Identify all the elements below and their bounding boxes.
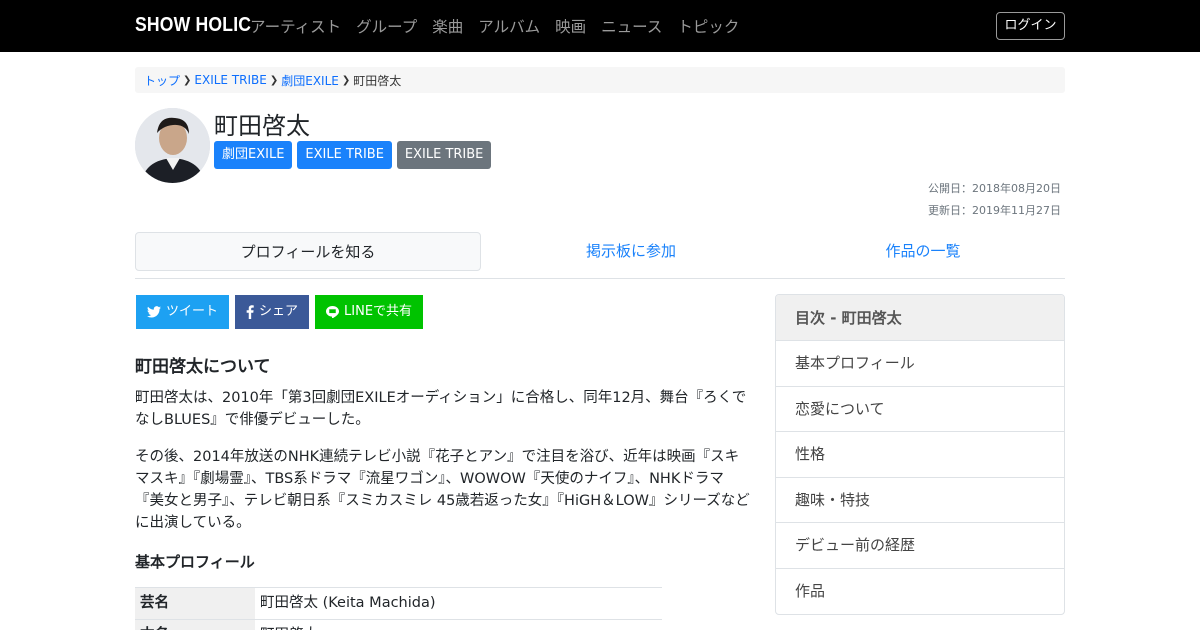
page-title: 町田啓太 bbox=[214, 112, 310, 140]
article-paragraph: 町田啓太は、2010年「第3回劇団EXILEオーディション」に合格し、同年12月… bbox=[135, 390, 747, 428]
tag-exile-tribe-gray[interactable]: EXILE TRIBE bbox=[396, 141, 492, 169]
toc-item-love[interactable]: 恋愛について bbox=[776, 387, 1064, 432]
twitter-icon bbox=[147, 306, 161, 318]
facebook-share-button[interactable]: シェア bbox=[235, 295, 310, 329]
nav-link-movies[interactable]: 映画 bbox=[555, 15, 586, 37]
updated-date: 更新日：2019年11月27日 bbox=[928, 204, 1061, 217]
table-of-contents: 目次 - 町田啓太 基本プロフィール 恋愛について 性格 趣味・特技 デビュー前… bbox=[775, 294, 1065, 615]
breadcrumb-current: 町田啓太 bbox=[353, 73, 402, 88]
toc-item-pre-debut[interactable]: デビュー前の経歴 bbox=[776, 523, 1064, 569]
nav-link-group[interactable]: グループ bbox=[356, 15, 417, 37]
line-icon bbox=[326, 306, 340, 318]
breadcrumb-link-gekidan-exile[interactable]: 劇団EXILE bbox=[281, 72, 339, 89]
avatar bbox=[135, 108, 210, 183]
toc-item-basic-profile[interactable]: 基本プロフィール bbox=[776, 341, 1064, 387]
line-share-label: LINEで共有 bbox=[344, 304, 413, 319]
table-row: 芸名 町田啓太 (Keita Machida) bbox=[135, 588, 662, 620]
profile-table: 芸名 町田啓太 (Keita Machida) 本名 町田啓太 bbox=[135, 587, 662, 630]
top-navbar: SHOW HOLIC アーティスト グループ 楽曲 アルバム 映画 ニュース ト… bbox=[0, 0, 1200, 52]
article-paragraph: その後、2014年放送のNHK連続テレビ小説『花子とアン』で注目を浴び、近年は映… bbox=[135, 449, 750, 531]
nav-link-news[interactable]: ニュース bbox=[601, 15, 662, 37]
group-tags: 劇団EXILE EXILE TRIBE EXILE TRIBE bbox=[214, 141, 496, 169]
breadcrumb: トップ ❯ EXILE TRIBE ❯ 劇団EXILE ❯ 町田啓太 bbox=[135, 67, 1065, 93]
tweet-label: ツイート bbox=[166, 304, 219, 319]
toc-item-hobbies[interactable]: 趣味・特技 bbox=[776, 478, 1064, 523]
nav-link-songs[interactable]: 楽曲 bbox=[432, 15, 463, 37]
content-tabs: プロフィールを知る 掲示板に参加 作品の一覧 bbox=[135, 232, 1065, 279]
basic-profile-heading: 基本プロフィール bbox=[135, 553, 255, 571]
site-logo[interactable]: SHOW HOLIC bbox=[135, 14, 251, 37]
tab-works[interactable]: 作品の一覧 bbox=[781, 232, 1065, 271]
chevron-right-icon: ❯ bbox=[341, 74, 351, 86]
facebook-share-label: シェア bbox=[259, 304, 299, 319]
table-header-cell: 芸名 bbox=[135, 588, 255, 619]
line-share-button[interactable]: LINEで共有 bbox=[315, 295, 424, 329]
tab-board[interactable]: 掲示板に参加 bbox=[481, 232, 781, 271]
table-header-cell: 本名 bbox=[135, 620, 255, 630]
breadcrumb-link-exile-tribe[interactable]: EXILE TRIBE bbox=[194, 73, 266, 87]
tab-profile[interactable]: プロフィールを知る bbox=[135, 232, 481, 271]
published-date: 公開日：2018年08月20日 bbox=[928, 182, 1061, 195]
tag-exile-tribe[interactable]: EXILE TRIBE bbox=[297, 141, 392, 169]
login-button[interactable]: ログイン bbox=[996, 12, 1065, 40]
main-nav: アーティスト グループ 楽曲 アルバム 映画 ニュース トピック bbox=[250, 15, 754, 37]
chevron-right-icon: ❯ bbox=[269, 74, 279, 86]
chevron-right-icon: ❯ bbox=[183, 74, 192, 86]
tag-gekidan-exile[interactable]: 劇団EXILE bbox=[214, 141, 293, 169]
breadcrumb-link-top[interactable]: トップ bbox=[144, 72, 180, 89]
article-heading: 町田啓太について bbox=[135, 357, 271, 377]
nav-link-albums[interactable]: アルバム bbox=[478, 15, 540, 37]
share-buttons: ツイート シェア LINEで共有 bbox=[136, 295, 429, 329]
facebook-icon bbox=[246, 305, 254, 319]
toc-header: 目次 - 町田啓太 bbox=[776, 295, 1064, 341]
page-dates: 公開日：2018年08月20日 更新日：2019年11月27日 bbox=[928, 178, 1061, 222]
table-cell: 町田啓太 bbox=[255, 620, 662, 630]
tweet-button[interactable]: ツイート bbox=[136, 295, 230, 329]
table-cell: 町田啓太 (Keita Machida) bbox=[260, 595, 436, 611]
toc-item-works[interactable]: 作品 bbox=[776, 569, 1064, 615]
nav-link-artist[interactable]: アーティスト bbox=[250, 15, 341, 37]
table-row: 本名 町田啓太 bbox=[135, 620, 662, 630]
toc-item-personality[interactable]: 性格 bbox=[776, 432, 1064, 478]
nav-link-topics[interactable]: トピック bbox=[677, 15, 739, 37]
